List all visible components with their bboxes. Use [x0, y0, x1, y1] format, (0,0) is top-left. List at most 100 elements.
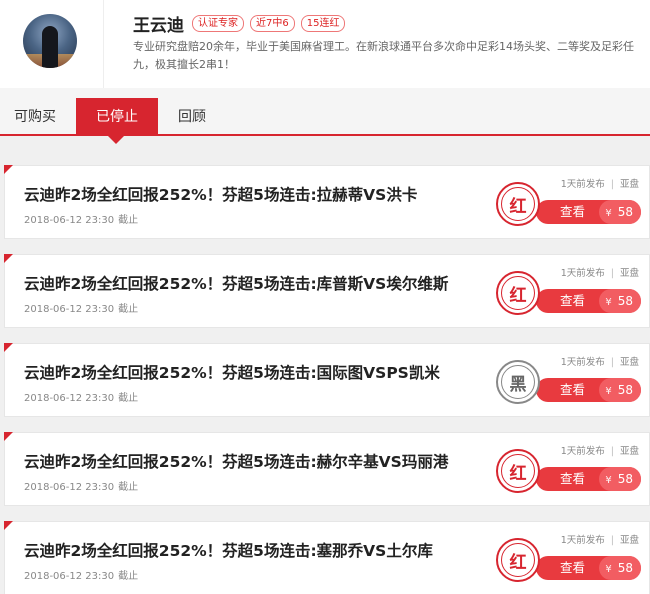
plan-type: 亚盘 — [619, 357, 639, 368]
plan-date: 2018-06-12 23:30 — [24, 393, 115, 404]
publish-time: 1天前发布 — [560, 268, 605, 279]
plan-meta: 1天前发布 | 亚盘 — [561, 443, 639, 457]
view-label: 查看 — [560, 471, 586, 486]
yuan-icon: ¥ — [605, 564, 612, 575]
view-label: 查看 — [560, 293, 586, 308]
plan-type: 亚盘 — [619, 268, 639, 279]
plan-meta: 1天前发布 | 亚盘 — [561, 354, 639, 368]
meta-divider: | — [610, 268, 614, 279]
plan-card[interactable]: 云迪昨2场全红回报252%！芬超5场连击:赫尔辛基VS玛丽港 2018-06-1… — [4, 432, 650, 506]
view-button[interactable]: 查看 ¥58 — [536, 200, 641, 224]
plan-type: 亚盘 — [619, 179, 639, 190]
plan-status: 截止 — [118, 482, 139, 493]
plan-date: 2018-06-12 23:30 — [24, 482, 115, 493]
plan-card[interactable]: 云迪昨2场全红回报252%！芬超5场连击:库普斯VS埃尔维斯 2018-06-1… — [4, 254, 650, 328]
result-stamp-text: 红 — [501, 187, 535, 221]
plan-status: 截止 — [118, 304, 139, 315]
price-value: 58 — [617, 383, 633, 397]
meta-divider: | — [610, 357, 614, 368]
plan-status: 截止 — [118, 393, 139, 404]
result-stamp-text: 黑 — [501, 365, 535, 399]
corner-flag-icon — [4, 521, 13, 530]
result-stamp-text: 红 — [501, 543, 535, 577]
result-stamp-text: 红 — [501, 276, 535, 310]
plan-status: 截止 — [118, 215, 139, 226]
plan-deadline: 2018-06-12 23:30 截止 — [24, 389, 138, 404]
tab-available[interactable]: 可购买 — [14, 98, 56, 134]
tab-review[interactable]: 回顾 — [178, 98, 206, 134]
avatar[interactable] — [23, 14, 77, 68]
yuan-icon: ¥ — [605, 386, 612, 397]
view-button[interactable]: 查看 ¥58 — [536, 378, 641, 402]
meta-divider: | — [610, 446, 614, 457]
view-label: 查看 — [560, 204, 586, 219]
yuan-icon: ¥ — [605, 208, 612, 219]
avatar-figure — [42, 26, 58, 68]
plan-title[interactable]: 云迪昨2场全红回报252%！芬超5场连击:国际图VSPS凯米 — [24, 361, 440, 383]
plan-title[interactable]: 云迪昨2场全红回报252%！芬超5场连击:塞那乔VS土尔库 — [24, 539, 433, 561]
corner-flag-icon — [4, 432, 13, 441]
tag-certified: 认证专家 — [192, 15, 244, 32]
plan-type: 亚盘 — [619, 535, 639, 546]
plan-deadline: 2018-06-12 23:30 截止 — [24, 211, 138, 226]
price-value: 58 — [617, 472, 633, 486]
result-stamp-icon: 红 — [496, 271, 540, 315]
price-value: 58 — [617, 294, 633, 308]
publish-time: 1天前发布 — [560, 357, 605, 368]
plan-card[interactable]: 云迪昨2场全红回报252%！芬超5场连击:国际图VSPS凯米 2018-06-1… — [4, 343, 650, 417]
view-label: 查看 — [560, 560, 586, 575]
corner-flag-icon — [4, 343, 13, 352]
plan-card[interactable]: 云迪昨2场全红回报252%！芬超5场连击:塞那乔VS土尔库 2018-06-12… — [4, 521, 650, 594]
plan-status: 截止 — [118, 571, 139, 582]
result-stamp-icon: 红 — [496, 449, 540, 493]
plan-card[interactable]: 云迪昨2场全红回报252%！芬超5场连击:拉赫蒂VS洪卡 2018-06-12 … — [4, 165, 650, 239]
avatar-column — [0, 0, 104, 88]
publish-time: 1天前发布 — [560, 535, 605, 546]
result-stamp-icon: 红 — [496, 182, 540, 226]
tab-bar: 可购买 已停止 回顾 — [0, 88, 650, 136]
plan-title[interactable]: 云迪昨2场全红回报252%！芬超5场连击:库普斯VS埃尔维斯 — [24, 272, 448, 294]
plan-deadline: 2018-06-12 23:30 截止 — [24, 567, 138, 582]
meta-divider: | — [610, 535, 614, 546]
plan-meta: 1天前发布 | 亚盘 — [561, 265, 639, 279]
name-row: 王云迪 认证专家 近7中6 15连红 — [133, 11, 351, 36]
plan-title[interactable]: 云迪昨2场全红回报252%！芬超5场连击:赫尔辛基VS玛丽港 — [24, 450, 448, 472]
plan-date: 2018-06-12 23:30 — [24, 304, 115, 315]
tag-recent-record: 近7中6 — [250, 15, 295, 32]
yuan-icon: ¥ — [605, 475, 612, 486]
price-badge: ¥58 — [599, 200, 641, 224]
corner-flag-icon — [4, 254, 13, 263]
plan-deadline: 2018-06-12 23:30 截止 — [24, 478, 138, 493]
publish-time: 1天前发布 — [560, 179, 605, 190]
price-badge: ¥58 — [599, 289, 641, 313]
price-badge: ¥58 — [599, 378, 641, 402]
corner-flag-icon — [4, 165, 13, 174]
tag-win-streak: 15连红 — [300, 15, 346, 32]
tab-stopped[interactable]: 已停止 — [76, 98, 158, 136]
yuan-icon: ¥ — [605, 297, 612, 308]
plan-title[interactable]: 云迪昨2场全红回报252%！芬超5场连击:拉赫蒂VS洪卡 — [24, 183, 417, 205]
active-tab-caret — [108, 136, 124, 144]
meta-divider: | — [610, 179, 614, 190]
price-badge: ¥58 — [599, 556, 641, 580]
view-button[interactable]: 查看 ¥58 — [536, 289, 641, 313]
expert-profile: 王云迪 认证专家 近7中6 15连红 专业研究盘赔20余年，毕业于美国麻省理工。… — [0, 0, 650, 88]
result-stamp-text: 红 — [501, 454, 535, 488]
plan-meta: 1天前发布 | 亚盘 — [561, 176, 639, 190]
price-value: 58 — [617, 205, 633, 219]
plan-type: 亚盘 — [619, 446, 639, 457]
publish-time: 1天前发布 — [560, 446, 605, 457]
view-button[interactable]: 查看 ¥58 — [536, 467, 641, 491]
view-button[interactable]: 查看 ¥58 — [536, 556, 641, 580]
price-badge: ¥58 — [599, 467, 641, 491]
plan-date: 2018-06-12 23:30 — [24, 215, 115, 226]
plan-meta: 1天前发布 | 亚盘 — [561, 532, 639, 546]
price-value: 58 — [617, 561, 633, 575]
expert-bio: 专业研究盘赔20余年，毕业于美国麻省理工。在新浪球通平台多次命中足彩14场头奖、… — [133, 40, 634, 71]
expert-name: 王云迪 — [133, 16, 184, 36]
result-stamp-icon: 黑 — [496, 360, 540, 404]
result-stamp-icon: 红 — [496, 538, 540, 582]
plan-deadline: 2018-06-12 23:30 截止 — [24, 300, 138, 315]
view-label: 查看 — [560, 382, 586, 397]
plan-date: 2018-06-12 23:30 — [24, 571, 115, 582]
